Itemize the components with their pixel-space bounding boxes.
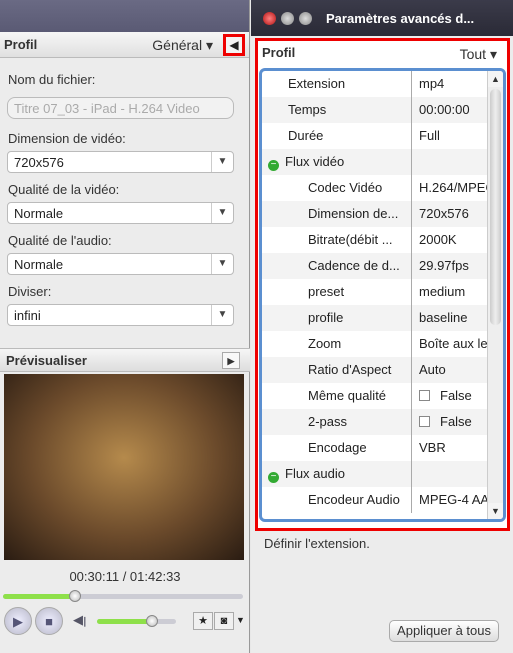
- scroll-down-button[interactable]: ▼: [488, 503, 503, 519]
- collapse-group-icon[interactable]: −: [268, 472, 279, 483]
- chevron-down-icon: ▼: [211, 305, 233, 325]
- scroll-thumb[interactable]: [490, 89, 501, 325]
- play-button[interactable]: ▶: [4, 607, 32, 635]
- volume-icon: ◀ꞁ: [73, 612, 87, 627]
- minimize-button[interactable]: [281, 11, 294, 25]
- field-select[interactable]: Normale ▼: [7, 202, 234, 224]
- profile-label: Profil: [262, 45, 296, 60]
- checkbox[interactable]: [419, 416, 430, 427]
- top-toolbar: [0, 0, 249, 32]
- settings-panel: Profil Tout ▾ Extension mp4 Temps 00:00:00 D…: [255, 38, 510, 531]
- profile-header: Profil Général ▾ ◀: [0, 32, 249, 58]
- filename-input[interactable]: Titre 07_03 - iPad - H.264 Video: [7, 97, 234, 119]
- filename-label: Nom du fichier:: [8, 72, 96, 87]
- window-title: Paramètres avancés d...: [326, 10, 475, 26]
- setting-row[interactable]: profile baseline: [262, 305, 489, 331]
- advanced-settings-window: Paramètres avancés d... Profil Tout ▾ Ex…: [251, 0, 513, 653]
- setting-row[interactable]: Temps 00:00:00: [262, 97, 489, 123]
- snapshot-button[interactable]: ◙: [214, 612, 234, 630]
- setting-row[interactable]: 2-pass False: [262, 409, 489, 435]
- setting-row[interactable]: Même qualité False: [262, 383, 489, 409]
- field-label: Qualité de la vidéo:: [8, 182, 120, 197]
- profile-title: Profil: [4, 37, 38, 52]
- clip-effects-button[interactable]: ★: [193, 612, 213, 630]
- field-label: Dimension de vidéo:: [8, 131, 126, 146]
- filter-dropdown[interactable]: Tout ▾: [460, 46, 497, 63]
- scroll-up-button[interactable]: ▲: [488, 71, 503, 87]
- setting-row[interactable]: Dimension de... 720x576: [262, 201, 489, 227]
- volume-slider[interactable]: [97, 615, 176, 627]
- setting-row[interactable]: Encodage VBR: [262, 435, 489, 461]
- triangle-left-icon: ◀: [229, 38, 239, 52]
- setting-row[interactable]: Bitrate(débit ... 2000K: [262, 227, 489, 253]
- setting-row[interactable]: preset medium: [262, 279, 489, 305]
- settings-table: Extension mp4 Temps 00:00:00 Durée Full − Flux …: [259, 68, 506, 522]
- setting-row[interactable]: Ratio d'Aspect Auto: [262, 357, 489, 383]
- apply-all-button[interactable]: Appliquer à tous: [389, 620, 499, 642]
- chevron-down-icon: ▼: [211, 254, 233, 274]
- setting-row[interactable]: Codec Vidéo H.264/MPEG: [262, 175, 489, 201]
- collapse-group-icon[interactable]: −: [268, 160, 279, 171]
- field-select[interactable]: infini ▼: [7, 304, 234, 326]
- camera-icon: ◙: [220, 615, 228, 627]
- setting-row[interactable]: Zoom Boîte aux le: [262, 331, 489, 357]
- field-label: Diviser:: [8, 284, 52, 299]
- field-label: Qualité de l'audio:: [8, 233, 112, 248]
- general-dropdown[interactable]: Général ▾: [152, 37, 213, 54]
- scrollbar[interactable]: ▲ ▼: [487, 71, 503, 519]
- chevron-down-icon: ▼: [211, 203, 233, 223]
- checkbox[interactable]: [419, 390, 430, 401]
- video-preview: [4, 374, 244, 560]
- zoom-button[interactable]: [299, 11, 312, 25]
- seek-slider[interactable]: [3, 590, 243, 602]
- snapshot-dropdown[interactable]: ▼: [236, 615, 245, 625]
- profile-panel: Profil Général ▾ ◀ Nom du fichier: Titre…: [0, 0, 250, 653]
- field-select[interactable]: 720x576 ▼: [7, 151, 234, 173]
- setting-row[interactable]: Cadence de d... 29.97fps: [262, 253, 489, 279]
- preview-header: Prévisualiser ▶: [0, 348, 250, 372]
- collapse-button[interactable]: ◀: [223, 34, 245, 56]
- chevron-down-icon: ▼: [211, 152, 233, 172]
- setting-row[interactable]: Encodeur AudioMPEG-4 AAC: [262, 487, 489, 513]
- group-row[interactable]: − Flux vidéo: [262, 149, 489, 175]
- setting-row[interactable]: Extension mp4: [262, 71, 489, 97]
- film-star-icon: ★: [198, 615, 208, 627]
- stop-icon: ■: [45, 614, 53, 629]
- preview-expand-button[interactable]: ▶: [222, 352, 240, 369]
- stop-button[interactable]: ■: [35, 607, 63, 635]
- close-button[interactable]: [263, 11, 276, 25]
- play-icon: ▶: [13, 614, 23, 629]
- field-select[interactable]: Normale ▼: [7, 253, 234, 275]
- description-text: Définir l'extension.: [264, 536, 370, 551]
- group-row[interactable]: − Flux audio: [262, 461, 489, 487]
- time-readout: 00:30:11 / 01:42:33: [69, 569, 181, 584]
- setting-row[interactable]: Durée Full: [262, 123, 489, 149]
- title-bar: Paramètres avancés d...: [251, 0, 513, 36]
